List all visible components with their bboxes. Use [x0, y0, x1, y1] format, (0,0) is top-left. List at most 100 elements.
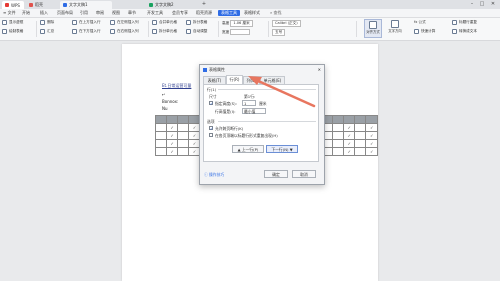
ribbon-divider — [356, 21, 357, 37]
insert-row-above-button[interactable]: 在上方插入行 — [72, 20, 101, 25]
font-family-select[interactable]: Calibri (正文) — [272, 20, 301, 27]
repeat-header-button[interactable]: 标题行重复 — [452, 20, 477, 25]
height-field[interactable]: 高度 1.06 厘米 — [222, 20, 253, 27]
text-direction-label: 文字方向 — [388, 29, 402, 33]
auto-fit-button[interactable]: 自动调整 — [186, 29, 207, 34]
menu-home[interactable]: 开始 — [22, 10, 30, 16]
new-tab-button[interactable]: + — [200, 1, 208, 8]
menu-bar: ≡ 文件 开始 插入 页面布局 引用 审阅 视图 章节 开发工具 会员专享 稻壳… — [0, 9, 500, 18]
col-right-icon — [110, 29, 115, 34]
title-bar: WPS 稻壳 文字文稿1 文字文稿2 + – □ ✕ — [0, 0, 500, 9]
align-button[interactable]: 对齐方式 — [364, 19, 382, 38]
merge-icon — [152, 20, 157, 25]
tab-label: WPS — [11, 2, 20, 8]
split-table-button[interactable]: 拆分表格 — [186, 20, 207, 25]
info-icon: ⓘ — [204, 172, 208, 177]
cancel-button[interactable]: 取消 — [292, 170, 316, 178]
allow-break-checkbox[interactable]: ✓ — [209, 126, 213, 131]
dialog-title: 表格属性 — [209, 66, 225, 72]
menu-view[interactable]: 视图 — [112, 10, 120, 16]
doc-text-line: Nu — [162, 106, 168, 111]
menu-insert[interactable]: 插入 — [40, 10, 48, 16]
merge-cells-button[interactable]: 合并单元格 — [152, 20, 177, 25]
convert-icon — [452, 29, 457, 34]
split-table-icon — [186, 20, 191, 25]
summary-button[interactable]: 汇总 — [40, 29, 54, 34]
ribbon-divider — [36, 21, 37, 37]
tab-table[interactable]: 表格(T) — [203, 76, 226, 84]
maximize-button[interactable]: □ — [478, 1, 486, 8]
split-cells-button[interactable]: 拆分单元格 — [152, 29, 177, 34]
tab-docer[interactable]: 稻壳 — [26, 1, 46, 9]
repeat-header-checkbox[interactable] — [209, 133, 213, 137]
specify-height-checkbox[interactable]: ✓ — [209, 101, 213, 106]
show-gridlines-button[interactable]: 显示虚框 — [2, 20, 23, 25]
align-label: 对齐方式 — [366, 30, 380, 34]
auto-fit-icon — [186, 29, 191, 34]
font-size-select[interactable]: 五号 — [272, 29, 286, 36]
formula-button[interactable]: fx 公式 — [414, 20, 426, 25]
tab-label: 文字文稿1 — [69, 2, 88, 7]
grid-icon — [2, 20, 7, 25]
menu-layout[interactable]: 页面布局 — [57, 10, 73, 16]
ribbon-divider — [148, 21, 149, 37]
text-direction-button[interactable]: 文字方向 — [386, 19, 404, 38]
quick-calc-button[interactable]: 快速计算 — [414, 29, 435, 34]
doc-icon — [63, 3, 67, 7]
menu-developer[interactable]: 开发工具 — [147, 10, 163, 16]
options-label: 选项 — [207, 119, 215, 124]
convert-to-text-button[interactable]: 转换成文本 — [452, 29, 477, 34]
menu-member[interactable]: 会员专享 — [172, 10, 188, 16]
search-label: 查找 — [273, 10, 282, 15]
search-box[interactable]: ⌕ 查找 — [270, 10, 282, 16]
docer-logo-icon — [29, 3, 33, 7]
row-above-icon — [72, 20, 77, 25]
minimize-button[interactable]: – — [468, 1, 476, 8]
tab-wps[interactable]: WPS — [2, 1, 24, 9]
sum-icon — [40, 29, 45, 34]
col-left-icon — [110, 20, 115, 25]
delete-button[interactable]: 删除 — [40, 20, 54, 25]
menu-table-style[interactable]: 表格样式 — [244, 10, 260, 16]
height-label: 高度 — [222, 21, 230, 25]
ok-button[interactable]: 确定 — [264, 170, 288, 178]
split-icon — [152, 29, 157, 34]
width-label: 宽度 — [222, 29, 230, 34]
tips-label: 操作技巧 — [209, 172, 225, 177]
insert-col-left-button[interactable]: 在左侧插入列 — [110, 20, 139, 25]
insert-row-below-button[interactable]: 在下方插入行 — [72, 29, 101, 34]
wps-logo-icon — [5, 3, 9, 7]
menu-section[interactable]: 章节 — [128, 10, 136, 16]
insert-col-right-button[interactable]: 在右侧插入列 — [110, 29, 139, 34]
ribbon-divider — [268, 21, 269, 37]
tips-link[interactable]: ⓘ 操作技巧 — [204, 172, 224, 178]
align-icon — [369, 21, 377, 29]
menu-docer[interactable]: 稻壳资源 — [196, 10, 212, 16]
repeat-header-label: 在各页顶端以标题行形式重复出现(H) — [215, 133, 278, 138]
menu-review[interactable]: 审阅 — [96, 10, 104, 16]
draw-table-button[interactable]: 绘制表格 — [2, 29, 23, 34]
dialog-icon — [203, 67, 207, 72]
tab-document-1[interactable]: 文字文稿1 — [60, 1, 112, 9]
previous-row-button[interactable]: ▲ 上一行(P) — [232, 145, 264, 153]
close-button[interactable]: ✕ — [489, 1, 497, 8]
row-section-label: 行(1) — [207, 87, 217, 92]
row-height-mode-label: 行高值是(I): — [215, 109, 236, 114]
section-divider — [218, 121, 316, 122]
tab-document-2[interactable]: 文字文稿2 — [146, 1, 198, 9]
text-direction-icon — [391, 20, 399, 28]
ribbon-divider — [218, 21, 219, 37]
doc-icon — [149, 3, 153, 7]
height-value[interactable]: 1.06 厘米 — [230, 20, 253, 27]
menu-file[interactable]: ≡ 文件 — [3, 10, 16, 16]
width-field[interactable]: 宽度 — [222, 29, 251, 35]
doc-text-line: Bonnox: — [162, 99, 179, 104]
size-label: 尺寸 — [209, 94, 217, 99]
menu-reference[interactable]: 引用 — [80, 10, 88, 16]
menu-table-tools[interactable]: 表格工具 — [218, 10, 240, 16]
row-below-icon — [72, 29, 77, 34]
tab-label: 文字文稿2 — [155, 2, 174, 7]
doc-paragraph-mark: ↵ — [162, 92, 166, 97]
next-row-button[interactable]: 下一行(N) ▼ — [266, 145, 298, 153]
arrow-shaft — [254, 78, 316, 108]
